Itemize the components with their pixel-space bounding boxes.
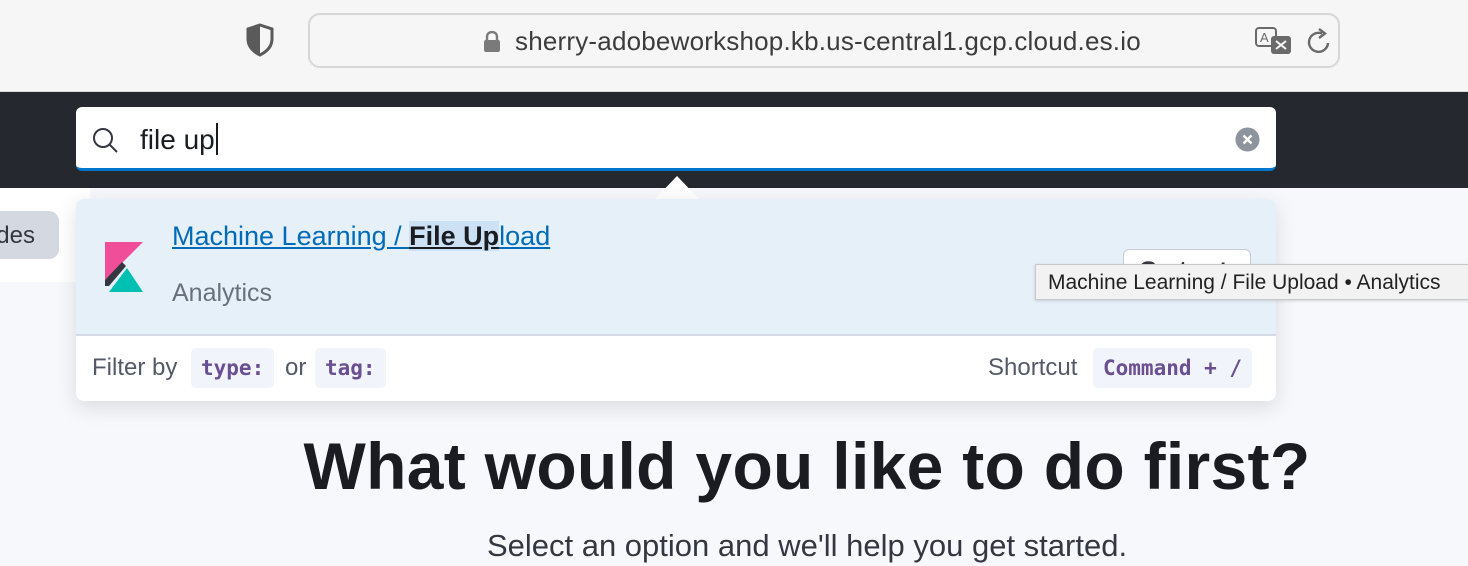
tooltip-text: Machine Learning / File Upload • Analyti… xyxy=(1048,271,1441,294)
result-title-match: File Up xyxy=(409,221,500,251)
or-label: or xyxy=(285,354,307,381)
search-footer: Filter by type: or tag: Shortcut Command… xyxy=(76,338,1276,401)
search-input-value: file up xyxy=(140,124,215,155)
type-filter-chip[interactable]: type: xyxy=(191,348,275,388)
search-results-popover: Machine Learning / File Upload Analytics… xyxy=(76,199,1276,401)
result-title-prefix: Machine Learning / xyxy=(172,221,410,251)
popover-arrow xyxy=(655,176,699,199)
clear-icon[interactable] xyxy=(1235,127,1260,152)
reload-icon[interactable] xyxy=(1305,27,1333,57)
result-tooltip: Machine Learning / File Upload • Analyti… xyxy=(1035,264,1468,300)
search-result-title[interactable]: Machine Learning / File Upload xyxy=(172,221,550,252)
tag-filter-chip[interactable]: tag: xyxy=(315,348,386,388)
filter-by-label: Filter by xyxy=(92,354,178,381)
svg-text:A: A xyxy=(1260,30,1269,45)
guides-button-label: des xyxy=(0,222,35,249)
url-text: sherry-adobeworkshop.kb.us-central1.gcp.… xyxy=(515,26,1141,56)
shield-icon[interactable] xyxy=(245,23,275,57)
kibana-logo-icon xyxy=(105,242,143,292)
hero-title: What would you like to do first? xyxy=(303,429,1311,503)
guides-button[interactable]: des xyxy=(0,211,59,259)
search-icon xyxy=(93,128,118,153)
text-caret xyxy=(215,123,218,155)
search-input[interactable]: file up xyxy=(140,123,218,156)
lock-icon xyxy=(484,31,500,52)
shortcut-label: Shortcut xyxy=(988,354,1078,381)
translate-icon[interactable]: A xyxy=(1255,26,1293,56)
shortcut-keys: Command + / xyxy=(1093,348,1253,388)
browser-toolbar: sherry-adobeworkshop.kb.us-central1.gcp.… xyxy=(0,0,1468,92)
search-result-type: Analytics xyxy=(172,279,273,307)
hero-subtitle: Select an option and we'll help you get … xyxy=(486,528,1128,563)
result-title-suffix: load xyxy=(499,221,551,251)
global-search-field[interactable]: file up xyxy=(76,107,1276,171)
address-bar[interactable]: sherry-adobeworkshop.kb.us-central1.gcp.… xyxy=(308,13,1340,68)
